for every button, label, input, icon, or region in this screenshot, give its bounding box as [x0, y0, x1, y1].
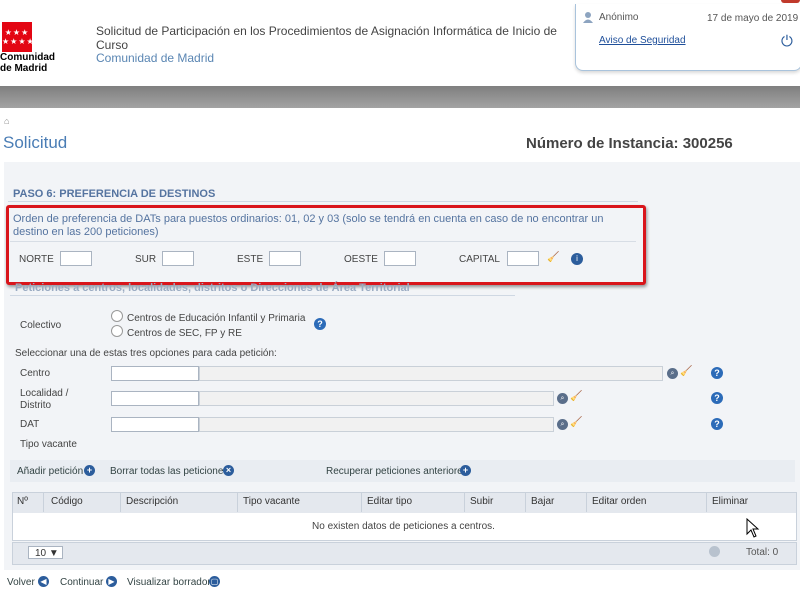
radio-label-sec-fp-re: Centros de SEC, FP y RE: [127, 328, 242, 339]
zone-input-sur[interactable]: [162, 251, 194, 266]
divider: [10, 295, 515, 296]
centro-code-input[interactable]: [111, 366, 199, 381]
add-request-label[interactable]: Añadir petición: [17, 466, 83, 477]
column-separator: [43, 493, 44, 512]
radio-infantil-primaria[interactable]: [111, 310, 123, 322]
centro-label: Centro: [20, 368, 51, 379]
user-icon: [583, 12, 593, 23]
help-icon[interactable]: ?: [711, 418, 723, 430]
divider: [10, 241, 636, 242]
column-header[interactable]: Descripción: [126, 496, 178, 507]
zone-input-norte[interactable]: [60, 251, 92, 266]
column-header: Subir: [470, 496, 494, 507]
column-header[interactable]: Tipo vacante: [243, 496, 300, 507]
back-arrow-icon[interactable]: ◀: [38, 576, 49, 587]
dat-description-field: [199, 417, 554, 432]
zone-input-oeste[interactable]: [384, 251, 416, 266]
trash-icon[interactable]: ×: [223, 465, 234, 476]
column-separator: [237, 493, 238, 512]
zone-input-capital[interactable]: [507, 251, 539, 266]
pager-bar: [12, 542, 797, 565]
clear-broom-icon[interactable]: 🧹: [570, 391, 582, 402]
preview-icon[interactable]: ▢: [209, 576, 220, 587]
column-header[interactable]: Código: [51, 496, 83, 507]
home-icon[interactable]: ⌂: [4, 116, 9, 126]
security-notice-link[interactable]: Aviso de Seguridad: [599, 35, 686, 46]
column-header: Nº: [17, 496, 28, 507]
page-size-select[interactable]: 10 ▼: [28, 546, 63, 559]
column-header: Editar orden: [592, 496, 647, 507]
clear-broom-icon[interactable]: 🧹: [547, 252, 559, 263]
zone-label-este: ESTE: [237, 254, 264, 265]
dat-label: DAT: [20, 419, 40, 430]
column-header: Editar tipo: [367, 496, 413, 507]
column-separator: [361, 493, 362, 512]
dat-preference-text: Orden de preferencia de DATs para puesto…: [13, 213, 604, 238]
window-corner-accent: [781, 0, 800, 3]
section-title: Peticiones a centros, localidades, distr…: [15, 282, 410, 294]
help-icon[interactable]: ?: [314, 318, 326, 330]
logo-stars: ★★★ ★★★★: [2, 28, 35, 46]
centro-description-field: [199, 366, 663, 381]
header-band: [0, 86, 800, 108]
user-name: Anónimo: [599, 12, 639, 23]
column-header: Eliminar: [712, 496, 749, 507]
zone-label-capital: CAPITAL: [459, 254, 500, 265]
divider: [8, 201, 638, 202]
app-subtitle: Comunidad de Madrid: [96, 51, 215, 65]
mouse-cursor-icon: [746, 518, 760, 538]
help-icon[interactable]: ?: [711, 392, 723, 404]
power-icon[interactable]: ⏻: [781, 34, 797, 50]
logo-text: Comunidad de Madrid: [0, 52, 55, 74]
add-icon[interactable]: +: [84, 465, 95, 476]
delete-all-label[interactable]: Borrar todas las peticiones: [110, 466, 228, 477]
clear-broom-icon[interactable]: 🧹: [570, 417, 582, 428]
radio-sec-fp-re[interactable]: [111, 325, 123, 337]
help-icon[interactable]: ?: [711, 367, 723, 379]
refresh-icon[interactable]: [709, 546, 720, 557]
column-header: Bajar: [531, 496, 555, 507]
recover-label[interactable]: Recuperar peticiones anteriores: [326, 466, 468, 477]
back-label[interactable]: Volver: [7, 577, 35, 588]
current-date: 17 de mayo de 2019: [707, 13, 799, 24]
column-separator: [525, 493, 526, 512]
clear-broom-icon[interactable]: 🧹: [680, 366, 692, 377]
zone-label-oeste: OESTE: [344, 254, 378, 265]
column-separator: [586, 493, 587, 512]
localidad-label: Localidad / Distrito: [20, 388, 69, 411]
footer-bar: [0, 570, 800, 600]
column-separator: [464, 493, 465, 512]
app-title: Solicitud de Participación en los Proced…: [96, 24, 557, 52]
dat-code-input[interactable]: [111, 417, 199, 432]
zone-label-sur: SUR: [135, 254, 157, 265]
colectivo-label: Colectivo: [20, 320, 62, 331]
instruction-text: Seleccionar una de estas tres opciones p…: [15, 348, 277, 359]
zone-label-norte: NORTE: [19, 254, 54, 265]
empty-table-message: No existen datos de peticiones a centros…: [312, 521, 495, 532]
instance-number: Número de Instancia: 300256: [526, 135, 733, 152]
search-icon[interactable]: ⌕: [557, 393, 568, 404]
info-icon[interactable]: i: [571, 253, 583, 265]
add-icon[interactable]: +: [460, 465, 471, 476]
tipo-vacante-label: Tipo vacante: [20, 439, 77, 450]
radio-label-infantil-primaria: Centros de Educación Infantil y Primaria: [127, 313, 306, 324]
continue-label[interactable]: Continuar: [60, 577, 103, 588]
column-separator: [120, 493, 121, 512]
zone-input-este[interactable]: [269, 251, 301, 266]
localidad-description-field: [199, 391, 554, 406]
column-separator: [706, 493, 707, 512]
page-title: Solicitud: [3, 133, 68, 152]
preview-label[interactable]: Visualizar borrador: [127, 577, 211, 588]
search-icon[interactable]: ⌕: [667, 368, 678, 379]
localidad-code-input[interactable]: [111, 391, 199, 406]
step-title: PASO 6: PREFERENCIA DE DESTINOS: [13, 188, 216, 200]
total-count: Total: 0: [746, 547, 779, 558]
forward-arrow-icon[interactable]: ▶: [106, 576, 117, 587]
search-icon[interactable]: ⌕: [557, 419, 568, 430]
